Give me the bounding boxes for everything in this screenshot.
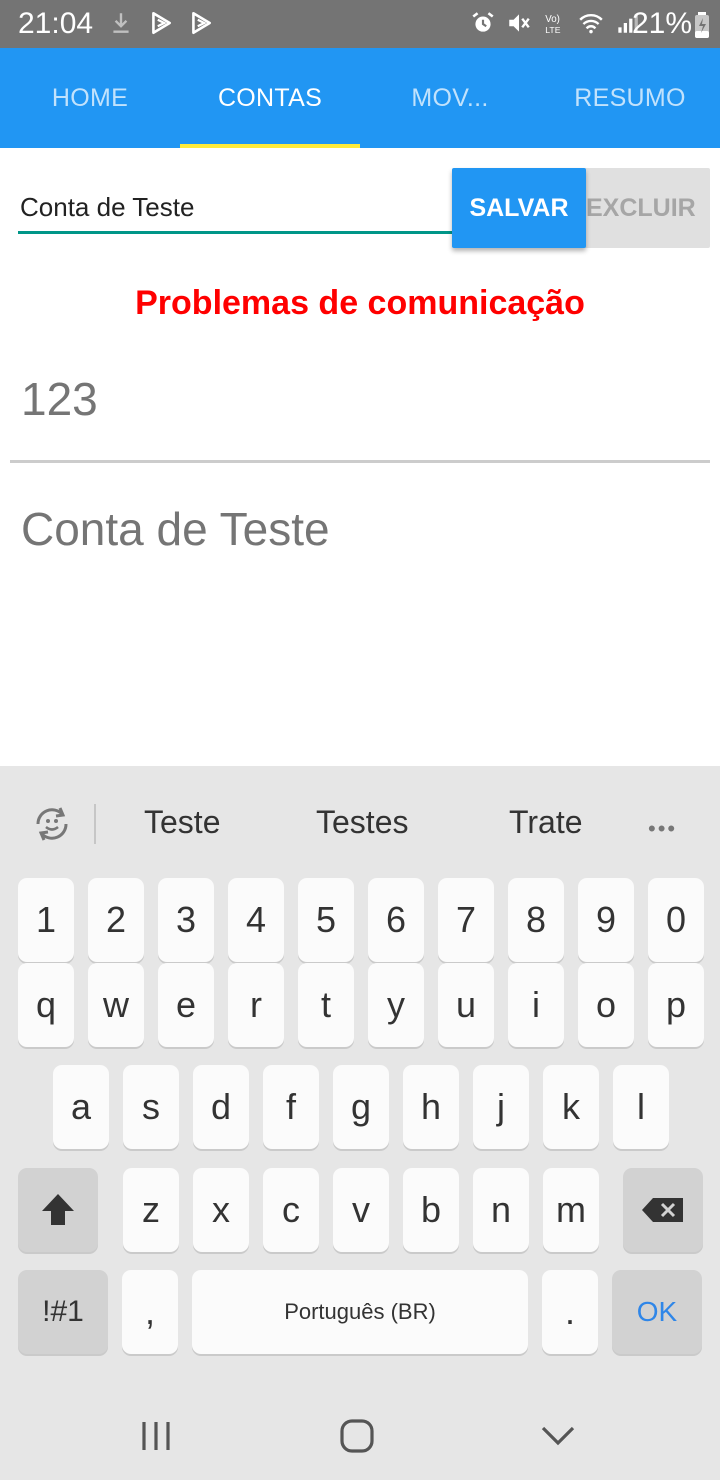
period-key[interactable]: . bbox=[542, 1270, 598, 1354]
number-key-0[interactable]: 0 bbox=[648, 878, 704, 962]
key-l[interactable]: l bbox=[613, 1065, 669, 1149]
key-x[interactable]: x bbox=[193, 1168, 249, 1252]
symbols-key[interactable]: !#1 bbox=[18, 1270, 108, 1354]
account-name-display: Conta de Teste bbox=[21, 503, 330, 555]
notification-icons bbox=[108, 10, 214, 36]
key-o[interactable]: o bbox=[578, 963, 634, 1047]
home-icon[interactable] bbox=[337, 1416, 377, 1456]
key-c[interactable]: c bbox=[263, 1168, 319, 1252]
account-code-field: 123 bbox=[10, 360, 710, 463]
wifi-icon bbox=[579, 14, 603, 34]
backspace-key[interactable] bbox=[623, 1168, 703, 1252]
number-key-8[interactable]: 8 bbox=[508, 878, 564, 962]
number-key-9[interactable]: 9 bbox=[578, 878, 634, 962]
status-time: 21:04 bbox=[18, 7, 94, 40]
more-suggestions-icon[interactable]: ••• bbox=[648, 816, 677, 842]
key-a[interactable]: a bbox=[53, 1065, 109, 1149]
key-i[interactable]: i bbox=[508, 963, 564, 1047]
recent-apps-icon[interactable] bbox=[136, 1416, 176, 1456]
status-bar: 21:04 Vo) LTE 21% bbox=[0, 0, 720, 48]
key-t[interactable]: t bbox=[298, 963, 354, 1047]
navigation-bar bbox=[0, 1388, 720, 1480]
tab-contas[interactable]: CONTAS bbox=[180, 48, 360, 148]
error-message: Problemas de comunicação bbox=[135, 284, 585, 322]
number-key-5[interactable]: 5 bbox=[298, 878, 354, 962]
account-code-value: 123 bbox=[21, 373, 98, 425]
tab-resumo[interactable]: RESUMO bbox=[540, 48, 720, 148]
tab-home[interactable]: HOME bbox=[0, 48, 180, 148]
key-p[interactable]: p bbox=[648, 963, 704, 1047]
backspace-icon bbox=[642, 1198, 683, 1222]
key-u[interactable]: u bbox=[438, 963, 494, 1047]
key-z[interactable]: z bbox=[123, 1168, 179, 1252]
space-key[interactable]: Português (BR) bbox=[192, 1270, 528, 1354]
suggestion-2[interactable]: Testes bbox=[316, 804, 408, 841]
emoji-refresh-icon[interactable] bbox=[30, 802, 74, 846]
suggestion-3[interactable]: Trate bbox=[509, 804, 583, 841]
key-n[interactable]: n bbox=[473, 1168, 529, 1252]
suggestion-1[interactable]: Teste bbox=[144, 804, 220, 841]
key-m[interactable]: m bbox=[543, 1168, 599, 1252]
account-name-input[interactable] bbox=[18, 184, 452, 234]
number-key-4[interactable]: 4 bbox=[228, 878, 284, 962]
key-y[interactable]: y bbox=[368, 963, 424, 1047]
number-key-3[interactable]: 3 bbox=[158, 878, 214, 962]
battery-percentage: 21% bbox=[631, 7, 692, 40]
play-store-icon bbox=[152, 11, 171, 35]
back-icon[interactable] bbox=[538, 1416, 578, 1456]
key-w[interactable]: w bbox=[88, 963, 144, 1047]
ok-key[interactable]: OK bbox=[612, 1270, 702, 1354]
key-q[interactable]: q bbox=[18, 963, 74, 1047]
suggestion-bar: Teste Testes Trate ••• bbox=[0, 766, 720, 876]
key-j[interactable]: j bbox=[473, 1065, 529, 1149]
tab-movimentacoes[interactable]: MOV... bbox=[360, 48, 540, 148]
system-icons: Vo) LTE bbox=[470, 10, 640, 36]
key-d[interactable]: d bbox=[193, 1065, 249, 1149]
battery-charging-icon bbox=[695, 12, 709, 38]
shift-key[interactable] bbox=[18, 1168, 98, 1252]
play-store-icon bbox=[192, 11, 211, 35]
number-key-1[interactable]: 1 bbox=[18, 878, 74, 962]
number-key-6[interactable]: 6 bbox=[368, 878, 424, 962]
key-s[interactable]: s bbox=[123, 1065, 179, 1149]
number-key-7[interactable]: 7 bbox=[438, 878, 494, 962]
download-icon bbox=[113, 13, 129, 33]
delete-button[interactable]: EXCLUIR bbox=[584, 168, 710, 248]
comma-key[interactable]: , bbox=[122, 1270, 178, 1354]
save-button[interactable]: SALVAR bbox=[452, 168, 586, 248]
key-b[interactable]: b bbox=[403, 1168, 459, 1252]
soft-keyboard: Teste Testes Trate ••• 1234567890 qwertyu… bbox=[0, 766, 720, 1480]
shift-icon bbox=[42, 1194, 74, 1225]
tab-bar: HOME CONTAS MOV... RESUMO bbox=[0, 48, 720, 148]
suggestion-separator bbox=[94, 804, 96, 844]
key-v[interactable]: v bbox=[333, 1168, 389, 1252]
alarm-icon bbox=[472, 12, 494, 32]
svg-text:Vo): Vo) bbox=[545, 14, 560, 25]
key-f[interactable]: f bbox=[263, 1065, 319, 1149]
svg-text:LTE: LTE bbox=[545, 25, 560, 35]
volte-icon: Vo)LTE bbox=[545, 14, 560, 35]
mute-icon bbox=[509, 14, 530, 32]
key-h[interactable]: h bbox=[403, 1065, 459, 1149]
key-g[interactable]: g bbox=[333, 1065, 389, 1149]
key-e[interactable]: e bbox=[158, 963, 214, 1047]
key-r[interactable]: r bbox=[228, 963, 284, 1047]
key-k[interactable]: k bbox=[543, 1065, 599, 1149]
number-key-2[interactable]: 2 bbox=[88, 878, 144, 962]
